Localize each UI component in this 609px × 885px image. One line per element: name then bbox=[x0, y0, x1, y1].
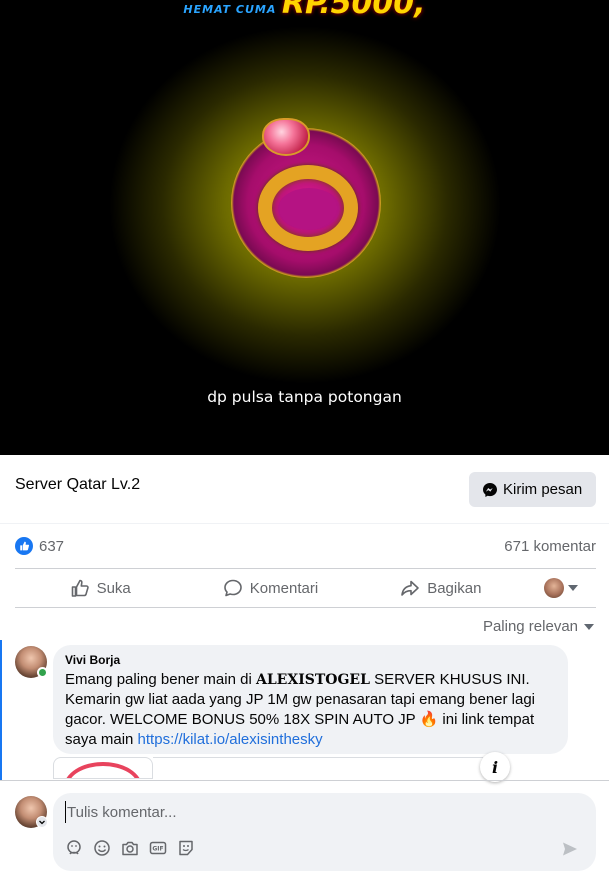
online-status-dot bbox=[37, 667, 48, 678]
share-button[interactable]: Bagikan bbox=[356, 570, 526, 606]
composer-tools: GIF bbox=[65, 837, 205, 859]
comment-bubble: Vivi Borja Emang paling bener main di AL… bbox=[53, 645, 568, 754]
highlight-bar bbox=[0, 640, 2, 780]
post-engagement-card: 637 671 komentar Suka Komentari Bagikan … bbox=[0, 524, 609, 885]
comment-count[interactable]: 671 komentar bbox=[504, 538, 596, 555]
comment-composer: GIF bbox=[53, 793, 596, 871]
preview-logo bbox=[64, 762, 142, 778]
divider bbox=[15, 568, 596, 569]
like-label: Suka bbox=[96, 579, 131, 597]
camera-icon[interactable] bbox=[121, 837, 149, 859]
divider bbox=[0, 780, 609, 781]
comment-button[interactable]: Komentari bbox=[185, 570, 355, 606]
video-top-text: HEMAT CUMA RP.5000, bbox=[0, 0, 609, 21]
comment-icon bbox=[223, 579, 242, 597]
comment-author[interactable]: Vivi Borja bbox=[65, 653, 556, 667]
reaction-summary: 637 671 komentar bbox=[15, 536, 596, 556]
like-reaction-icon[interactable] bbox=[15, 537, 33, 555]
page-name[interactable]: Server Qatar Lv.2 bbox=[15, 476, 140, 494]
comment-label: Komentari bbox=[249, 579, 319, 597]
post-actions: Suka Komentari Bagikan bbox=[15, 570, 596, 606]
thumbs-up-icon bbox=[71, 579, 89, 597]
link-preview-card[interactable] bbox=[53, 757, 153, 779]
profile-switch-chevron-icon[interactable] bbox=[36, 816, 48, 828]
like-button[interactable]: Suka bbox=[15, 570, 185, 606]
svg-text:GIF: GIF bbox=[152, 846, 163, 853]
chevron-down-icon bbox=[584, 623, 594, 630]
comment-text: Emang paling bener main di ALEXISTOGEL S… bbox=[65, 670, 556, 750]
comment-sort-dropdown[interactable]: Paling relevan bbox=[483, 618, 594, 635]
avatar-sticker-icon[interactable] bbox=[65, 837, 93, 859]
reaction-as-profile-selector[interactable] bbox=[526, 570, 596, 606]
comment-input[interactable] bbox=[65, 801, 525, 823]
chevron-down-icon bbox=[567, 585, 578, 591]
post-video[interactable]: HEMAT CUMA RP.5000, dp pulsa tanpa poton… bbox=[0, 0, 609, 455]
like-count[interactable]: 637 bbox=[39, 538, 64, 555]
send-message-label: Kirim pesan bbox=[503, 481, 583, 498]
sort-label: Paling relevan bbox=[482, 618, 578, 635]
video-caption: dp pulsa tanpa potongan bbox=[207, 388, 402, 406]
comment-text-bold: ALEXISTOGEL bbox=[255, 672, 370, 688]
gif-icon[interactable]: GIF bbox=[149, 837, 177, 859]
post-header: Server Qatar Lv.2 Kirim pesan bbox=[0, 455, 609, 523]
share-label: Bagikan bbox=[427, 579, 482, 597]
video-top-small: HEMAT CUMA bbox=[183, 3, 277, 16]
send-message-button[interactable]: Kirim pesan bbox=[469, 472, 596, 507]
avatar bbox=[543, 578, 564, 598]
messenger-icon bbox=[483, 482, 497, 497]
info-icon[interactable]: i bbox=[480, 752, 510, 782]
share-icon bbox=[401, 580, 420, 596]
comment-text-start: Emang paling bener main di bbox=[65, 671, 256, 688]
emoji-icon[interactable] bbox=[93, 837, 121, 859]
ring-gem bbox=[262, 118, 310, 156]
send-icon[interactable] bbox=[561, 840, 579, 863]
sticker-icon[interactable] bbox=[177, 837, 205, 859]
link-preview-edge bbox=[153, 757, 483, 758]
comment-link[interactable]: https://kilat.io/alexisinthesky bbox=[138, 731, 323, 748]
video-top-big: RP.5000, bbox=[281, 0, 426, 21]
divider bbox=[15, 607, 596, 608]
ring-band bbox=[258, 165, 358, 251]
